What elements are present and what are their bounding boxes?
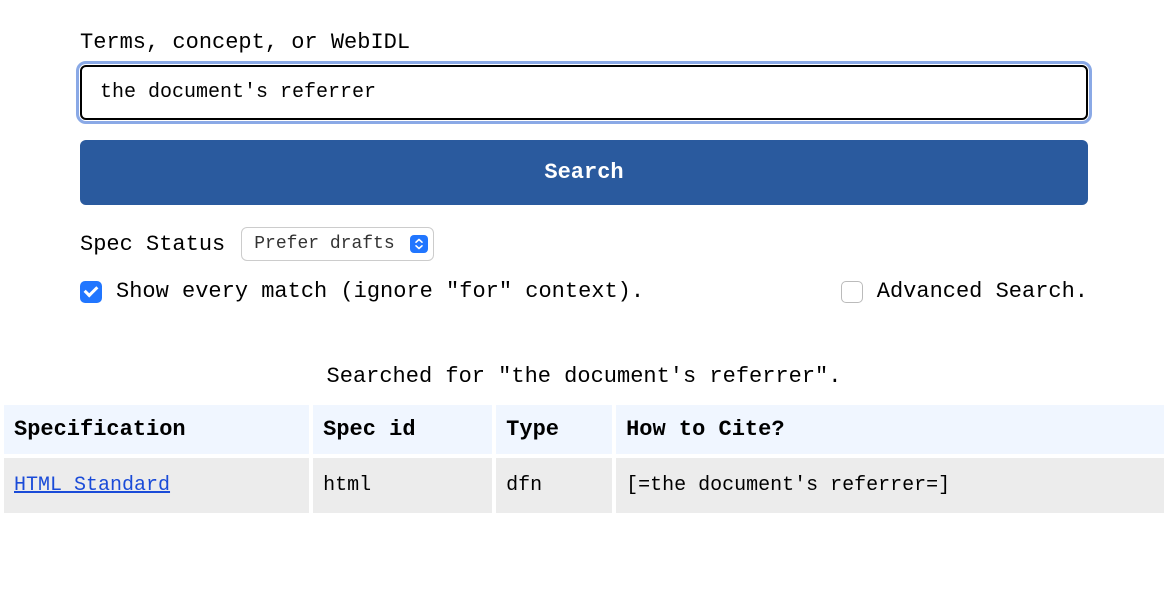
advanced-search-label[interactable]: Advanced Search. (877, 279, 1088, 304)
col-specification: Specification (4, 405, 309, 454)
results-table: Specification Spec id Type How to Cite? … (0, 401, 1168, 517)
cell-cite: [=the document's referrer=] (616, 458, 1164, 513)
search-button[interactable]: Search (80, 140, 1088, 205)
advanced-search-checkbox[interactable] (841, 281, 863, 303)
cell-type: dfn (496, 458, 612, 513)
search-label: Terms, concept, or WebIDL (80, 30, 1088, 55)
cell-spec-id: html (313, 458, 492, 513)
search-input[interactable] (80, 65, 1088, 120)
spec-status-label: Spec Status (80, 232, 225, 257)
table-row: HTML Standard html dfn [=the document's … (4, 458, 1164, 513)
show-every-match-label[interactable]: Show every match (ignore "for" context). (116, 279, 644, 304)
results-caption: Searched for "the document's referrer". (0, 364, 1168, 389)
col-type: Type (496, 405, 612, 454)
col-spec-id: Spec id (313, 405, 492, 454)
show-every-match-checkbox[interactable] (80, 281, 102, 303)
spec-status-select[interactable]: Prefer drafts (241, 227, 434, 261)
spec-link[interactable]: HTML Standard (14, 474, 170, 497)
col-cite: How to Cite? (616, 405, 1164, 454)
